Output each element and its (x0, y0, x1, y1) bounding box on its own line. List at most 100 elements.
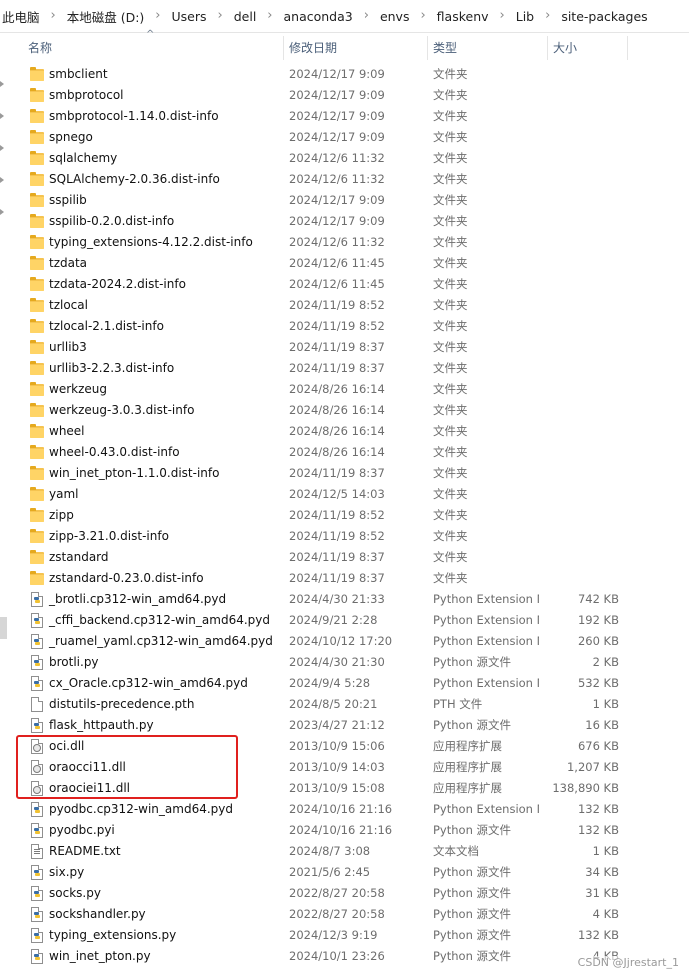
file-row[interactable]: sspilib-0.2.0.dist-info 2024/12/17 9:09 文件… (0, 211, 689, 232)
breadcrumb-item[interactable]: Users (170, 9, 209, 24)
file-row[interactable]: _ruamel_yaml.cp312-win_amd64.pyd 2024/10/… (0, 631, 689, 652)
file-date: 2024/11/19 8:52 (289, 298, 385, 312)
breadcrumb-item[interactable]: envs (378, 9, 412, 24)
breadcrumb-item[interactable]: dell (232, 9, 259, 24)
folder-icon (30, 256, 44, 270)
breadcrumb-item[interactable]: 本地磁盘 (D:) (65, 7, 147, 26)
column-divider[interactable] (627, 36, 628, 60)
file-row[interactable]: tzlocal-2.1.dist-info 2024/11/19 8:52 文件夹 (0, 316, 689, 337)
file-type: 文件夹 (433, 382, 468, 396)
column-type[interactable]: 类型 (427, 33, 547, 63)
file-date: 2024/10/12 17:20 (289, 634, 393, 648)
breadcrumb-item[interactable]: Lib (514, 9, 536, 24)
file-row[interactable]: sspilib 2024/12/17 9:09 文件夹 (0, 190, 689, 211)
file-row[interactable]: socks.py 2022/8/27 20:58 Python 源文件 31 KB (0, 883, 689, 904)
breadcrumb-separator-icon[interactable]: › (146, 8, 169, 23)
column-date[interactable]: 修改日期 (283, 33, 427, 63)
file-row[interactable]: smbclient 2024/12/17 9:09 文件夹 (0, 64, 689, 85)
file-row[interactable]: brotli.py 2024/4/30 21:30 Python 源文件 2 KB (0, 652, 689, 673)
file-type: 应用程序扩展 (433, 781, 502, 795)
file-row[interactable]: win_inet_pton-1.1.0.dist-info 2024/11/19 … (0, 463, 689, 484)
file-row[interactable]: smbprotocol-1.14.0.dist-info 2024/12/17 9… (0, 106, 689, 127)
file-row[interactable]: wheel 2024/8/26 16:14 文件夹 (0, 421, 689, 442)
file-date: 2024/12/17 9:09 (289, 130, 385, 144)
file-name: zipp (49, 508, 74, 522)
file-row[interactable]: zstandard-0.23.0.dist-info 2024/11/19 8:3… (0, 568, 689, 589)
breadcrumb-separator-icon[interactable]: › (209, 8, 232, 23)
file-type: 文件夹 (433, 361, 468, 375)
file-name: typing_extensions.py (49, 928, 177, 942)
file-date: 2024/12/17 9:09 (289, 214, 385, 228)
file-type: Python Extension Module (433, 613, 539, 627)
file-row[interactable]: _cffi_backend.cp312-win_amd64.pyd 2024/9/… (0, 610, 689, 631)
folder-icon (30, 298, 44, 312)
file-row[interactable]: _brotli.cp312-win_amd64.pyd 2024/4/30 21:… (0, 589, 689, 610)
file-row[interactable]: README.txt 2024/8/7 3:08 文本文档 1 KB (0, 841, 689, 862)
file-row[interactable]: typing_extensions.py 2024/12/3 9:19 Python… (0, 925, 689, 946)
file-date: 2013/10/9 14:03 (289, 760, 385, 774)
breadcrumb-separator-icon[interactable]: › (42, 8, 65, 23)
breadcrumb-separator-icon[interactable]: › (355, 8, 378, 23)
file-row[interactable]: SQLAlchemy-2.0.36.dist-info 2024/12/6 11:… (0, 169, 689, 190)
file-type: 文件夹 (433, 256, 468, 270)
file-type: Python Extension Module (433, 676, 539, 690)
file-name: smbprotocol (49, 88, 124, 102)
breadcrumb-item[interactable]: flaskenv (435, 9, 491, 24)
breadcrumb-separator-icon[interactable]: › (411, 8, 434, 23)
file-type: 文件夹 (433, 529, 468, 543)
file-row[interactable]: six.py 2021/5/6 2:45 Python 源文件 34 KB (0, 862, 689, 883)
file-row[interactable]: distutils-precedence.pth 2024/8/5 20:21 PT… (0, 694, 689, 715)
file-size: 2 KB (592, 655, 619, 669)
breadcrumb-separator-icon[interactable]: › (491, 8, 514, 23)
column-size[interactable]: 大小 (547, 33, 627, 63)
file-date: 2024/9/4 5:28 (289, 676, 371, 690)
file-row[interactable]: sqlalchemy 2024/12/6 11:32 文件夹 (0, 148, 689, 169)
file-name: pyodbc.cp312-win_amd64.pyd (49, 802, 233, 816)
file-row[interactable]: wheel-0.43.0.dist-info 2024/8/26 16:14 文件夹 (0, 442, 689, 463)
file-row[interactable]: sockshandler.py 2022/8/27 20:58 Python 源文件… (0, 904, 689, 925)
file-date: 2024/4/30 21:30 (289, 655, 385, 669)
file-type: Python 源文件 (433, 907, 512, 921)
file-row[interactable]: spnego 2024/12/17 9:09 文件夹 (0, 127, 689, 148)
file-type: 文件夹 (433, 109, 468, 123)
file-row[interactable]: zstandard 2024/11/19 8:37 文件夹 (0, 547, 689, 568)
file-type: 应用程序扩展 (433, 739, 502, 753)
file-row[interactable]: urllib3-2.2.3.dist-info 2024/11/19 8:37 文件… (0, 358, 689, 379)
file-size: 676 KB (577, 739, 619, 753)
file-type: 文件夹 (433, 550, 468, 564)
breadcrumb-separator-icon[interactable]: › (258, 8, 281, 23)
file-name: sockshandler.py (49, 907, 146, 921)
breadcrumb-item[interactable]: 此电脑 (0, 7, 42, 26)
file-row[interactable]: zipp 2024/11/19 8:52 文件夹 (0, 505, 689, 526)
file-date: 2024/12/17 9:09 (289, 88, 385, 102)
folder-icon (30, 109, 44, 123)
file-row[interactable]: yaml 2024/12/5 14:03 文件夹 (0, 484, 689, 505)
file-row[interactable]: tzlocal 2024/11/19 8:52 文件夹 (0, 295, 689, 316)
breadcrumb-item[interactable]: site-packages (559, 9, 649, 24)
file-size: 1 KB (592, 844, 619, 858)
file-row[interactable]: cx_Oracle.cp312-win_amd64.pyd 2024/9/4 5:… (0, 673, 689, 694)
file-row[interactable]: zipp-3.21.0.dist-info 2024/11/19 8:52 文件夹 (0, 526, 689, 547)
file-row[interactable]: urllib3 2024/11/19 8:37 文件夹 (0, 337, 689, 358)
file-name: sspilib (49, 193, 87, 207)
file-row[interactable]: pyodbc.pyi 2024/10/16 21:16 Python 源文件 132 … (0, 820, 689, 841)
file-row[interactable]: typing_extensions-4.12.2.dist-info 2024/1… (0, 232, 689, 253)
file-type: 文本文档 (433, 844, 479, 858)
folder-icon (30, 571, 44, 585)
file-row[interactable]: tzdata-2024.2.dist-info 2024/12/6 11:45 文件… (0, 274, 689, 295)
breadcrumb-item[interactable]: anaconda3 (282, 9, 355, 24)
breadcrumb-separator-icon[interactable]: › (536, 8, 559, 23)
file-date: 2024/8/26 16:14 (289, 382, 385, 396)
file-type: 文件夹 (433, 487, 468, 501)
file-row[interactable]: tzdata 2024/12/6 11:45 文件夹 (0, 253, 689, 274)
file-date: 2024/11/19 8:37 (289, 571, 385, 585)
address-bar[interactable]: 此电脑 › 本地磁盘 (D:) › Users › dell › anaconda3 › envs ›… (0, 0, 689, 33)
file-row[interactable]: werkzeug 2024/8/26 16:14 文件夹 (0, 379, 689, 400)
file-row[interactable]: werkzeug-3.0.3.dist-info 2024/8/26 16:14 文… (0, 400, 689, 421)
file-row[interactable]: pyodbc.cp312-win_amd64.pyd 2024/10/16 21:… (0, 799, 689, 820)
file-row[interactable]: smbprotocol 2024/12/17 9:09 文件夹 (0, 85, 689, 106)
watermark: CSDN @Jjrestart_1 (577, 956, 679, 969)
file-row[interactable]: flask_httpauth.py 2023/4/27 21:12 Python 源… (0, 715, 689, 736)
file-name: smbclient (49, 67, 108, 81)
file-date: 2024/12/6 11:32 (289, 235, 385, 249)
